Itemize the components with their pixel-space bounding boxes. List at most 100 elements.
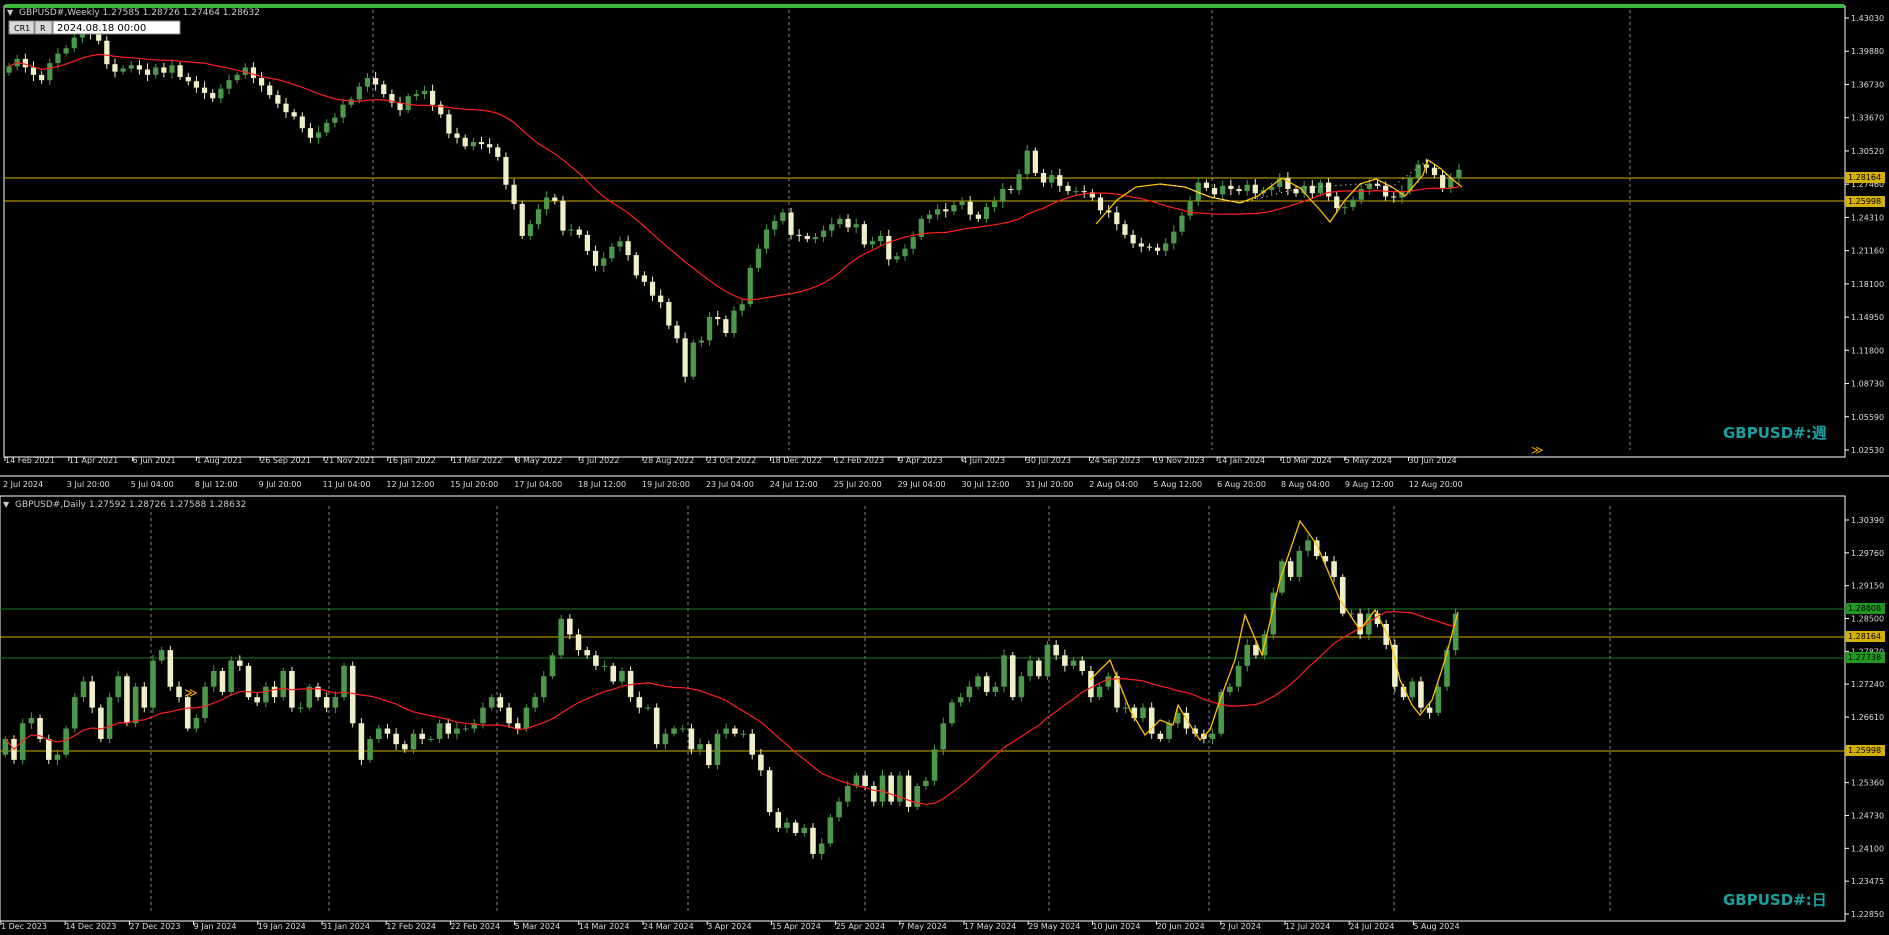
candle-body [106,697,113,739]
y-tick-label: 1.28500 [1851,615,1884,624]
candle-body [820,230,827,237]
terminal-chart-window[interactable]: ≫ ≫ ▼ GBPUSD#,Weekly 1.27585 1.28726 1.2… [0,0,1889,935]
candle-body [931,749,938,781]
candle-body [271,686,278,698]
scale-row-label: 18 Jul 12:00 [578,480,626,489]
candle-body [633,255,639,276]
y-tick-label: 1.02530 [1851,446,1884,455]
x-tick-label: 7 May 2024 [900,922,947,931]
candle-body [584,650,590,656]
scale-row-label: 3 Jul 20:00 [67,480,110,489]
candle-body [902,248,908,257]
candle-body [966,686,973,698]
candle-body [1415,164,1421,179]
candle-body [878,235,884,242]
y-tick-label: 1.18100 [1851,280,1884,289]
candle-body [1105,676,1112,687]
candle-body [158,650,165,661]
candle-body [506,707,512,724]
y-tick-label: 1.23475 [1851,877,1884,886]
candle-body [523,707,530,729]
candle-body [210,671,217,687]
x-tick-label: 6 Jun 2021 [133,456,176,465]
candle-body [658,295,664,303]
candle-body [1236,188,1242,192]
top-collapse-icon[interactable]: ▼ [7,8,14,17]
bottom-collapse-icon[interactable]: ▼ [3,500,10,509]
scale-row-label: 2 Aug 04:00 [1089,480,1138,489]
candle-body [1049,175,1055,183]
y-tick-label: 1.24100 [1851,844,1884,853]
top-panel-green-bar [5,4,1844,8]
candle-body [1331,561,1337,577]
x-tick-label: 30 Jul 2023 [1026,456,1071,465]
candle-body [1001,655,1007,687]
candle-body [1334,196,1340,209]
candle-body [641,275,648,282]
candle-body [674,325,680,339]
candle-body [1426,707,1433,713]
x-tick-label: 28 Aug 2022 [643,456,694,465]
x-tick-label: 10 Mar 2024 [1281,456,1332,465]
scale-row-label: 23 Jul 04:00 [706,480,754,489]
candle-body [558,618,564,656]
candle-body [367,738,373,760]
candle-body [297,707,304,709]
candle-body [758,754,764,771]
candle-body [291,112,297,117]
y-tick-label: 1.22850 [1851,910,1884,919]
x-tick-label: 29 May 2024 [1028,922,1080,931]
candle-body [879,775,886,802]
candle-body [63,728,69,755]
x-tick-label: 26 Sep 2021 [260,456,311,465]
x-tick-label: 24 Sep 2023 [1090,456,1141,465]
candle-body [1016,174,1022,191]
candle-body [923,780,929,786]
bottom-watermark: GBPUSD#:日 [1723,891,1827,909]
candle-body [829,224,835,231]
candle-body [364,78,371,87]
candle-body [935,209,941,215]
candle-body [844,785,851,802]
candle-body [237,660,243,666]
candle-body [436,723,443,739]
candle-body [144,69,151,75]
candle-body [348,99,354,105]
candle-body [124,676,130,724]
candle-body [818,843,825,854]
candle-body [949,702,955,724]
x-tick-label: 5 Mar 2024 [515,922,561,931]
x-tick-label: 16 Jan 2022 [388,456,436,465]
candle-body [836,801,842,818]
candle-body [275,95,281,104]
candle-body [55,53,61,64]
candle-body [150,660,156,708]
x-tick-label: 9 Apr 2023 [898,456,942,465]
candle-body [161,67,167,73]
candle-body [428,738,434,740]
candle-body [299,116,305,129]
candle-body [541,676,547,698]
y-tick-label: 1.14950 [1851,313,1884,322]
candle-body [185,76,191,82]
candle-body [1088,671,1094,698]
candle-body [636,697,643,708]
bottom-panel-header: GBPUSD#,Daily 1.27592 1.28726 1.27588 1.… [15,500,246,510]
candle-body [1053,644,1059,656]
candle-body [951,204,957,212]
scale-row-label: 12 Jul 12:00 [386,480,434,489]
candle-body [454,728,460,734]
candle-body [796,234,802,236]
candle-body [682,338,688,377]
candle-body [462,728,469,730]
candle-body [1179,215,1185,232]
candle-body [1044,644,1051,677]
candle-body [1065,185,1071,192]
candle-body [1163,243,1169,251]
x-tick-label: 20 Jun 2024 [1157,922,1205,931]
candle-body [1097,197,1104,211]
candle-body [532,697,538,708]
candle-body [861,224,867,245]
candle-body [804,235,810,240]
bottom-panel-frame [0,495,1846,922]
